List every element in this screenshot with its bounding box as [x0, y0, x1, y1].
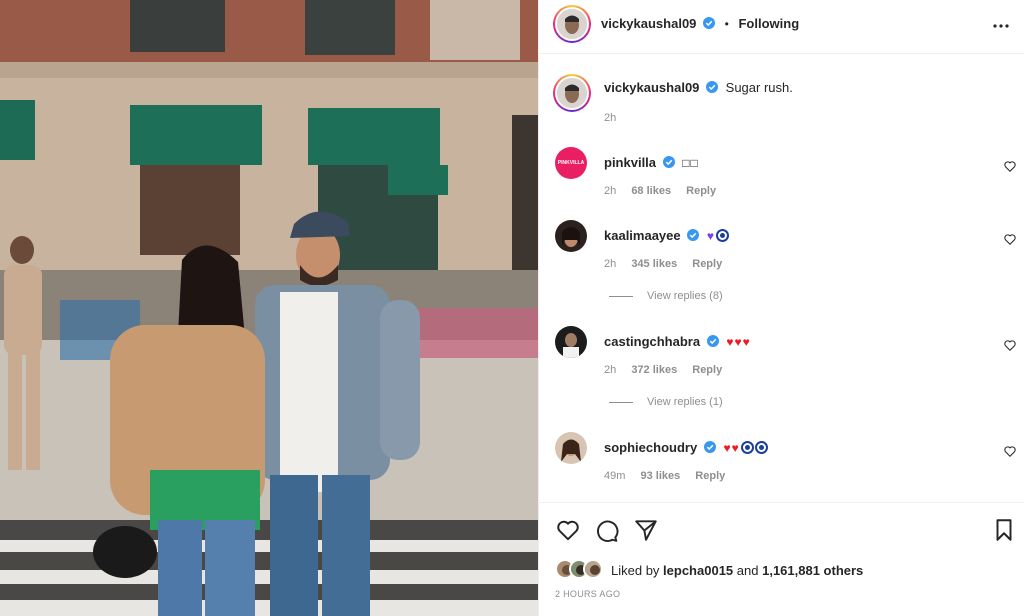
comment-icon[interactable] — [593, 517, 619, 543]
author-username[interactable]: vickykaushal09 — [601, 16, 696, 31]
comment-likes[interactable]: 372 likes — [631, 364, 677, 376]
view-replies-button[interactable]: View replies (1) — [609, 396, 723, 408]
verified-icon — [706, 335, 719, 347]
liked-by-user[interactable]: lepcha0015 — [663, 563, 733, 578]
like-comment-heart-icon[interactable] — [1003, 444, 1017, 458]
author-avatar[interactable] — [553, 5, 591, 43]
post-actions: Liked by lepcha0015 and 1,161,881 others… — [539, 502, 1024, 616]
separator-dot: • — [724, 17, 729, 31]
commenter-username[interactable]: sophiechoudry — [604, 440, 697, 455]
comment-likes[interactable]: 68 likes — [631, 185, 671, 197]
bookmark-icon[interactable] — [991, 517, 1017, 543]
liked-by-text: Liked by lepcha0015 and 1,161,881 others — [611, 563, 863, 578]
liked-by-prefix: Liked by — [611, 563, 660, 578]
caption-time: 2h — [604, 112, 617, 124]
reply-button[interactable]: Reply — [695, 470, 725, 482]
verified-icon — [706, 81, 719, 93]
liked-by-and: and — [736, 563, 759, 578]
following-button[interactable]: Following — [738, 16, 799, 31]
commenter-avatar[interactable] — [555, 432, 587, 464]
comment-likes[interactable]: 93 likes — [640, 470, 680, 482]
divider-bar — [609, 401, 633, 403]
caption-avatar[interactable] — [553, 74, 591, 112]
commenter-username[interactable]: castingchhabra — [604, 334, 700, 349]
comment-time: 2h — [604, 185, 617, 197]
red-heart-emoji: ♥♥♥ — [726, 335, 751, 349]
purple-heart-emoji: ♥ — [706, 229, 715, 243]
share-icon[interactable] — [633, 517, 659, 543]
reply-button[interactable]: Reply — [692, 364, 722, 376]
commenter-avatar[interactable] — [555, 220, 587, 252]
reply-button[interactable]: Reply — [692, 258, 722, 270]
comment-time: 2h — [604, 364, 617, 376]
verified-icon — [703, 441, 716, 453]
like-comment-heart-icon[interactable] — [1003, 232, 1017, 246]
nazar-amulet-emoji — [740, 441, 754, 454]
view-replies-button[interactable]: View replies (8) — [609, 290, 723, 302]
comment-time: 49m — [604, 470, 626, 482]
post-panel: vickykaushal09 • Following vickykaushal0… — [538, 0, 1024, 616]
comment-likes[interactable]: 345 likes — [631, 258, 677, 270]
caption-username[interactable]: vickykaushal09 — [604, 80, 699, 95]
nazar-amulet-emoji — [716, 229, 729, 242]
like-comment-heart-icon[interactable] — [1003, 159, 1017, 173]
more-icon[interactable] — [991, 16, 1011, 36]
divider-bar — [609, 295, 633, 297]
reply-button[interactable]: Reply — [686, 185, 716, 197]
view-replies-label: View replies (1) — [647, 396, 723, 408]
heart-icon[interactable] — [555, 517, 581, 543]
liker-avatar — [583, 559, 603, 579]
commenter-avatar[interactable] — [555, 326, 587, 358]
post-photo — [0, 0, 538, 616]
liked-by-others[interactable]: 1,161,881 others — [762, 563, 863, 578]
post-timestamp[interactable]: 2 HOURS AGO — [555, 589, 620, 599]
commenter-username[interactable]: kaalimaayee — [604, 228, 681, 243]
red-heart-emoji: ♥♥ — [723, 441, 740, 455]
verified-icon — [703, 17, 716, 29]
comment-time: 2h — [604, 258, 617, 270]
verified-icon — [687, 229, 700, 241]
comment-text: □□ — [682, 156, 699, 170]
commenter-avatar[interactable]: PINKVILLA — [555, 147, 587, 179]
nazar-amulet-emoji — [754, 441, 768, 454]
commenter-username[interactable]: pinkvilla — [604, 155, 656, 170]
view-replies-label: View replies (8) — [647, 290, 723, 302]
verified-icon — [662, 156, 675, 168]
post-header: vickykaushal09 • Following — [539, 0, 1024, 54]
like-comment-heart-icon[interactable] — [1003, 338, 1017, 352]
pinkvilla-logo: PINKVILLA — [557, 160, 585, 166]
caption-text: Sugar rush. — [725, 80, 793, 95]
